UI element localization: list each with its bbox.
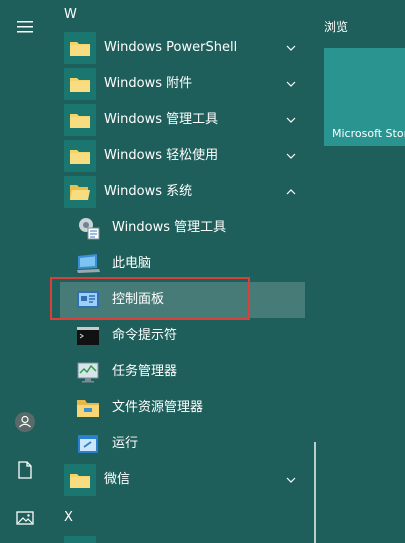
app-list: W Windows PowerShell Windows 附件 Windows … [50, 0, 308, 543]
app-group-windows-ease-of-access[interactable]: Windows 轻松使用 [50, 138, 308, 174]
app-group-label: Windows 轻松使用 [104, 148, 219, 163]
app-tile [72, 284, 104, 316]
app-tile [72, 248, 104, 280]
tile-area: 浏览 Microsoft Store [322, 0, 405, 543]
app-tile [64, 68, 96, 100]
app-tile [64, 104, 96, 136]
app-tile [72, 428, 104, 460]
app-group-partial[interactable] [50, 534, 308, 543]
app-label: 运行 [112, 436, 139, 451]
task-manager-icon [77, 362, 99, 383]
microsoft-store-tile[interactable]: Microsoft Store [324, 48, 405, 146]
folder-icon [70, 150, 90, 164]
start-rail [0, 0, 50, 543]
file-explorer-icon [77, 400, 99, 417]
cmd-icon [77, 327, 99, 345]
app-group-windows-powershell[interactable]: Windows PowerShell [50, 30, 308, 66]
store-tile-label: Microsoft Store [332, 127, 405, 140]
pictures-icon [16, 511, 34, 525]
app-tile [72, 320, 104, 352]
chevron-down-icon [286, 117, 296, 123]
app-group-label: 微信 [104, 472, 131, 487]
document-icon [18, 461, 32, 479]
app-label: 命令提示符 [112, 328, 178, 343]
app-command-prompt[interactable]: 命令提示符 [50, 318, 308, 354]
app-task-manager[interactable]: 任务管理器 [50, 354, 308, 390]
expand-menu-button[interactable] [0, 7, 50, 47]
app-tile [72, 356, 104, 388]
app-windows-admin-tools[interactable]: Windows 管理工具 [50, 210, 308, 246]
app-tile [64, 32, 96, 64]
run-icon [78, 435, 98, 453]
app-run[interactable]: 运行 [50, 426, 308, 462]
user-account-button[interactable] [0, 402, 50, 442]
folder-icon [70, 114, 90, 128]
app-group-windows-admin-tools[interactable]: Windows 管理工具 [50, 102, 308, 138]
app-tile [64, 464, 96, 496]
documents-button[interactable] [0, 450, 50, 490]
chevron-down-icon [286, 477, 296, 483]
app-tile [64, 536, 96, 543]
app-group-windows-accessories[interactable]: Windows 附件 [50, 66, 308, 102]
folder-icon [70, 474, 90, 488]
app-label: 控制面板 [112, 292, 165, 307]
letter-header-x[interactable]: X [64, 503, 73, 533]
chevron-down-icon [286, 153, 296, 159]
folder-icon [70, 78, 90, 92]
app-group-label: Windows 管理工具 [104, 112, 219, 127]
app-tile [72, 212, 104, 244]
chevron-down-icon [286, 81, 296, 87]
chevron-down-icon [286, 45, 296, 51]
chevron-up-icon [286, 189, 296, 195]
this-pc-icon [77, 254, 100, 273]
hamburger-icon [17, 21, 33, 33]
pictures-button[interactable] [0, 498, 50, 538]
app-tile [72, 392, 104, 424]
app-this-pc[interactable]: 此电脑 [50, 246, 308, 282]
app-group-wechat[interactable]: 微信 [50, 462, 308, 498]
tile-group-label[interactable]: 浏览 [324, 18, 348, 35]
letter-header-w[interactable]: W [64, 0, 77, 30]
app-label: 此电脑 [112, 256, 152, 271]
app-label: Windows 管理工具 [112, 220, 227, 235]
admin-tools-icon [79, 218, 100, 240]
app-file-explorer[interactable]: 文件资源管理器 [50, 390, 308, 426]
control-panel-icon [77, 291, 99, 308]
app-group-windows-system[interactable]: Windows 系统 [50, 174, 308, 210]
scrollbar[interactable] [314, 442, 316, 543]
app-tile [64, 140, 96, 172]
app-label: 任务管理器 [112, 364, 178, 379]
folder-icon [70, 42, 90, 56]
app-group-label: Windows 附件 [104, 76, 193, 91]
folder-open-icon [70, 185, 90, 200]
app-tile [64, 176, 96, 208]
app-control-panel[interactable]: 控制面板 [60, 282, 305, 318]
app-group-label: Windows PowerShell [104, 40, 238, 55]
app-label: 文件资源管理器 [112, 400, 204, 415]
app-group-label: Windows 系统 [104, 184, 193, 199]
user-avatar-icon [15, 412, 35, 432]
